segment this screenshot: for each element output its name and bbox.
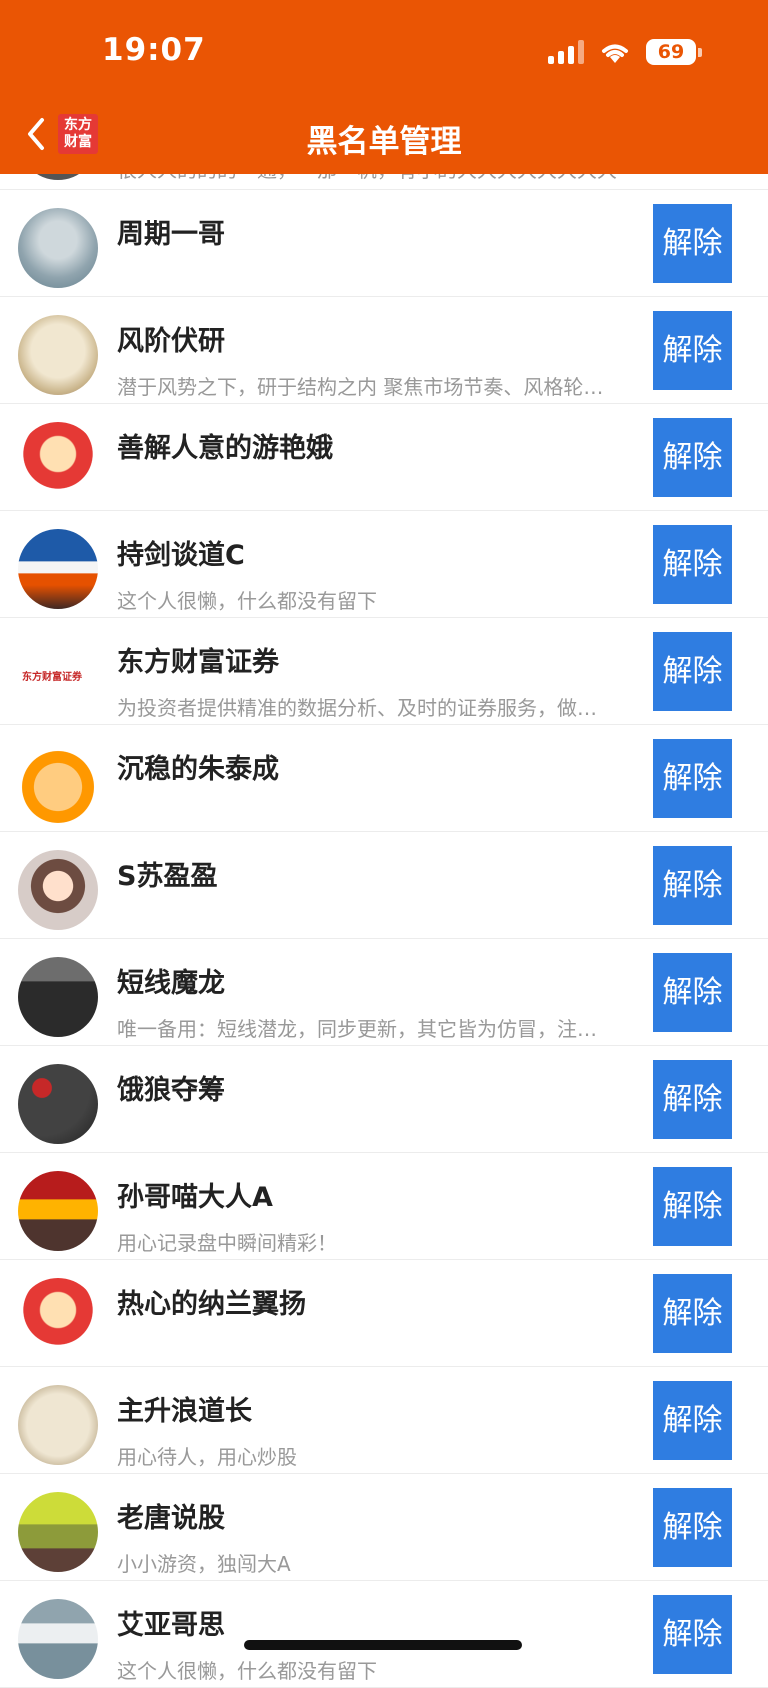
user-name: 艾亚哥思 — [117, 1610, 225, 1641]
user-name: 持剑谈道C — [117, 540, 245, 571]
unblock-button[interactable]: 解除 — [653, 1167, 732, 1246]
avatar[interactable] — [18, 529, 98, 609]
avatar[interactable] — [18, 208, 98, 288]
list-item[interactable]: 持剑谈道C 这个人很懒，什么都没有留下 解除 — [0, 511, 768, 618]
avatar[interactable] — [18, 315, 98, 395]
avatar[interactable] — [18, 1492, 98, 1572]
list-item[interactable]: 周期一哥 解除 — [0, 190, 768, 297]
unblock-button[interactable]: 解除 — [653, 1381, 732, 1460]
blacklist: 很人人的的的一通，一那一帆，有小的大大大大大大大大 周期一哥解除风阶伏研潜于风势… — [0, 100, 768, 1688]
unblock-button[interactable]: 解除 — [653, 1595, 732, 1674]
unblock-button[interactable]: 解除 — [653, 846, 732, 925]
unblock-button[interactable]: 解除 — [653, 418, 732, 497]
avatar[interactable] — [18, 743, 98, 823]
signal-icon — [548, 40, 584, 64]
battery-icon: 69 — [646, 39, 702, 65]
page-title: 黑名单管理 — [306, 124, 462, 160]
user-desc: 小小游资，独闯大A — [117, 1552, 291, 1576]
user-name: 主升浪道长 — [117, 1396, 252, 1427]
avatar[interactable] — [18, 850, 98, 930]
user-name: 善解人意的游艳娥 — [117, 433, 333, 464]
user-desc: 这个人很懒，什么都没有留下 — [117, 1659, 377, 1683]
list-item[interactable]: 热心的纳兰翼扬 解除 — [0, 1260, 768, 1367]
unblock-button[interactable]: 解除 — [653, 525, 732, 604]
unblock-button[interactable]: 解除 — [653, 632, 732, 711]
list-item[interactable]: 沉稳的朱泰成 解除 — [0, 725, 768, 832]
avatar[interactable] — [18, 957, 98, 1037]
status-icons: 69 — [548, 38, 702, 66]
user-desc: 用心记录盘中瞬间精彩！ — [117, 1231, 337, 1255]
avatar[interactable] — [18, 1599, 98, 1679]
user-name: 饿狼夺筹 — [117, 1075, 225, 1106]
user-desc: 潜于风势之下，研于结构之内 聚焦市场节奏、风格轮… — [117, 375, 604, 399]
avatar[interactable] — [18, 1385, 98, 1465]
user-name: 老唐说股 — [117, 1503, 225, 1534]
status-time: 19:07 — [102, 32, 206, 68]
list-item[interactable]: 主升浪道长用心待人，用心炒股 解除 — [0, 1367, 768, 1474]
unblock-button[interactable]: 解除 — [653, 1488, 732, 1567]
user-name: 东方财富证券 — [117, 647, 279, 678]
user-name: S苏盈盈 — [117, 861, 218, 892]
unblock-button[interactable]: 解除 — [653, 739, 732, 818]
user-desc: 这个人很懒，什么都没有留下 — [117, 589, 377, 613]
avatar[interactable] — [18, 1064, 98, 1144]
unblock-button[interactable]: 解除 — [653, 953, 732, 1032]
user-desc: 为投资者提供精准的数据分析、及时的证券服务，做… — [117, 696, 597, 720]
list-item[interactable]: 东方财富证券 东方财富证券 为投资者提供精准的数据分析、及时的证券服务，做… 解除 — [0, 618, 768, 725]
unblock-button[interactable]: 解除 — [653, 311, 732, 390]
list-item[interactable]: 饿狼夺筹 解除 — [0, 1046, 768, 1153]
avatar[interactable]: 东方财富证券 — [18, 636, 98, 716]
list-item[interactable]: 短线魔龙唯一备用：短线潜龙，同步更新，其它皆为仿冒，注… 解除 — [0, 939, 768, 1046]
list-item[interactable]: 孙哥喵大人A 用心记录盘中瞬间精彩！ 解除 — [0, 1153, 768, 1260]
list-item[interactable]: 风阶伏研潜于风势之下，研于结构之内 聚焦市场节奏、风格轮… 解除 — [0, 297, 768, 404]
unblock-button[interactable]: 解除 — [653, 204, 732, 283]
unblock-button[interactable]: 解除 — [653, 1274, 732, 1353]
avatar[interactable] — [18, 422, 98, 502]
user-name: 风阶伏研 — [117, 326, 225, 357]
avatar[interactable] — [18, 1278, 98, 1358]
user-name: 沉稳的朱泰成 — [117, 754, 279, 785]
user-name: 孙哥喵大人A — [117, 1182, 273, 1213]
home-indicator[interactable] — [244, 1640, 522, 1650]
list-item[interactable]: 老唐说股小小游资，独闯大A 解除 — [0, 1474, 768, 1581]
list-item[interactable]: 艾亚哥思这个人很懒，什么都没有留下 解除 — [0, 1581, 768, 1688]
user-name: 短线魔龙 — [117, 968, 225, 999]
user-desc: 用心待人，用心炒股 — [117, 1445, 297, 1469]
avatar[interactable] — [18, 1171, 98, 1251]
unblock-button[interactable]: 解除 — [653, 1060, 732, 1139]
list-item[interactable]: 善解人意的游艳娥 解除 — [0, 404, 768, 511]
user-desc: 唯一备用：短线潜龙，同步更新，其它皆为仿冒，注… — [117, 1017, 597, 1041]
user-name: 周期一哥 — [117, 219, 225, 250]
wifi-icon — [602, 44, 628, 63]
user-name: 热心的纳兰翼扬 — [117, 1289, 306, 1320]
header-bar: 19:07 69 东方 财富 黑名单管理 — [0, 0, 768, 174]
list-item[interactable]: S苏盈盈 解除 — [0, 832, 768, 939]
